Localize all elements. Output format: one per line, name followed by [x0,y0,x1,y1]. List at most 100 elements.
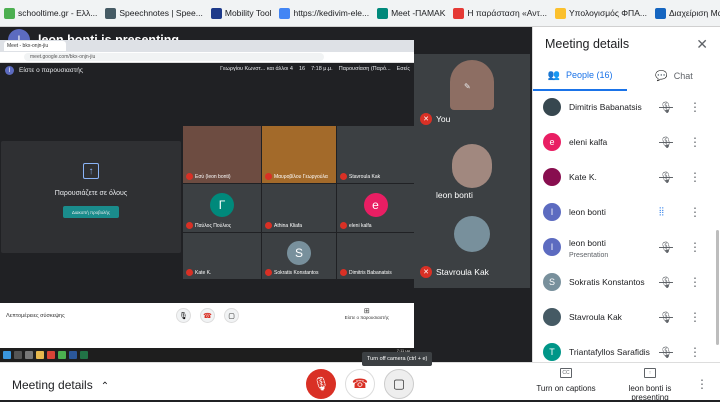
tab-people[interactable]: 👥 People (16) [533,61,627,91]
bookmark-label: Διαχείριση Μαθητ... [668,8,720,18]
scrollbar[interactable] [716,230,719,345]
meeting-details-panel: Meeting details ✕ 👥 People (16) 💬 Chat D… [532,27,720,362]
shared-present-indicator: ⊞ Είστε ο παρουσιαστής [345,307,389,320]
bookmark-item[interactable]: https://kedivim-ele... [279,7,370,19]
shared-tile: Athina Kliafa [262,184,336,232]
bookmark-item[interactable]: Διαχείριση Μαθητ... [654,7,720,19]
mic-off-icon [186,173,193,180]
mic-muted-icon[interactable]: 🎙 [659,136,673,149]
participant-row[interactable]: l leon bonti Presentation 🎙 ⋮ [533,231,720,265]
bookmark-label: https://kedivim-ele... [293,8,370,18]
shared-tile-name: Εσύ (leon bonti) [195,174,231,180]
chat-icon: 💬 [655,70,668,82]
bookmark-item[interactable]: Mobility Tool [210,7,271,19]
shared-mic-icon: 🎙 [176,308,191,323]
bookmark-favicon-icon [377,7,389,19]
mic-muted-icon[interactable]: 🎙 [659,311,673,324]
taskbar-excel-icon [80,351,88,359]
participant-name: Kate K. [569,172,597,182]
bookmarks-bar: schooltime.gr - Ελλ... Speechnotes | Spee… [0,0,720,27]
shared-top-right-text: Γεωργίου Κωνστ... και άλλοι 4 [220,66,293,72]
participant-avatar: l [543,238,561,256]
close-icon[interactable]: ✕ [696,36,708,53]
participant-more-icon[interactable]: ⋮ [689,240,701,254]
tile-leon-bonti[interactable]: leon bonti [414,134,530,208]
participant-more-icon[interactable]: ⋮ [689,310,701,324]
tile-stavroula-name: Stavroula Kak [436,267,489,277]
taskbar-chrome-icon [58,351,66,359]
shared-tile-name: Παύλος Πούλιος [195,223,232,229]
shared-meet-app: l Είστε ο παρουσιαστής Γεωργίου Κωνστ...… [0,63,414,348]
participant-more-icon[interactable]: ⋮ [689,275,701,289]
meeting-details-button[interactable]: Meeting details ⌃ [12,378,109,392]
you-video-icon [450,60,494,110]
shared-tile: Stavroula Kak [337,126,414,183]
bookmark-favicon-icon [210,7,222,19]
camera-button[interactable]: ▢ [384,369,414,399]
bookmark-item[interactable]: Speechnotes | Spee... [105,7,203,19]
shared-card-title: Παρουσιάζετε σε όλους [54,190,128,197]
tab-chat[interactable]: 💬 Chat [627,61,720,91]
participant-avatar [543,168,561,186]
participant-row[interactable]: Dimitris Babanatsis 🎙 ⋮ [533,91,720,125]
shared-meeting-details: Λεπτομέρειες σύσκεψης [6,313,65,319]
mic-off-icon [265,269,272,276]
meeting-details-label: Meeting details [12,378,93,392]
participant-more-icon[interactable]: ⋮ [689,135,701,149]
bookmark-item[interactable]: schooltime.gr - Ελλ... [4,7,98,19]
speaking-indicator-icon[interactable]: ⦙⦙ [659,206,664,219]
leon-video-icon [452,144,492,188]
mic-muted-icon[interactable]: 🎙 [659,171,673,184]
participant-more-icon[interactable]: ⋮ [689,345,701,359]
tab-people-label: People (16) [565,70,613,80]
shared-present-label: Παρουσίαση (Παρό... [338,66,391,72]
bookmark-item[interactable]: Meet -ΠΑΜΑΚ [377,7,446,19]
participant-more-icon[interactable]: ⋮ [689,170,701,184]
bookmark-favicon-icon [453,7,465,19]
bookmark-item[interactable]: Η παράσταση «Αντ... [453,7,547,19]
mic-muted-icon[interactable]: 🎙 [659,241,673,254]
participant-row[interactable]: T Triantafyllos Sarafidis 🎙 ⋮ [533,336,720,362]
windows-start-icon [3,351,11,359]
tile-stavroula[interactable]: ✕ Stavroula Kak [414,208,530,288]
pin-icon[interactable]: ✎ [464,82,471,91]
bookmark-favicon-icon [554,7,566,19]
tab-chat-label: Chat [673,71,693,81]
bookmark-favicon-icon [4,7,15,19]
mic-muted-icon[interactable]: 🎙 [659,276,673,289]
participant-row[interactable]: S Sokratis Konstantos 🎙 ⋮ [533,266,720,300]
tile-you[interactable]: ✕ You ✎ [414,54,530,134]
shared-tile-name: Μαυροβίλου Γεωργούλα [274,174,328,180]
participant-row[interactable]: Kate K. 🎙 ⋮ [533,161,720,195]
mic-muted-icon[interactable]: 🎙 [659,346,673,359]
shared-header: l Είστε ο παρουσιαστής [5,66,83,75]
leave-call-button[interactable]: ☎ [345,369,375,399]
taskbar-folder-icon [36,351,44,359]
bottom-control-bar: Meeting details ⌃ 🎙 ☎ ▢ CC Turn on captio… [0,362,720,402]
shared-tile-name: eleni kalfa [349,223,372,229]
participant-name: leon bonti [569,238,606,248]
participant-more-icon[interactable]: ⋮ [689,100,701,114]
participant-row[interactable]: Stavroula Kak 🎙 ⋮ [533,301,720,335]
presenting-button[interactable]: ↑ leon bonti is presenting [620,367,680,402]
participant-more-icon[interactable]: ⋮ [689,205,701,219]
captions-label: Turn on captions [536,384,596,393]
tile-leon-name: leon bonti [436,190,473,200]
participant-row[interactable]: e eleni kalfa 🎙 ⋮ [533,126,720,160]
shared-tile: Εσύ (leon bonti) [183,126,261,183]
shared-url: meet.google.com/bkx-onjn-jiu [24,53,324,61]
bookmark-item[interactable]: Υπολογισμός ΦΠΑ... [554,7,647,19]
mic-off-button[interactable]: 🎙 [306,369,336,399]
mic-off-icon: ✕ [420,266,432,278]
participant-avatar: l [543,203,561,221]
bookmark-label: schooltime.gr - Ελλ... [18,8,98,18]
mic-muted-icon[interactable]: 🎙 [659,101,673,114]
captions-button[interactable]: CC Turn on captions [534,367,598,393]
participant-row[interactable]: l leon bonti ⦙⦙ ⋮ [533,196,720,230]
more-options-icon[interactable]: ⋮ [696,377,708,391]
stop-presenting-button: Διακοπή προβολής [63,206,119,218]
bookmark-label: Meet -ΠΑΜΑΚ [391,8,446,18]
shared-taskbar: 7:11 μμ 23/3/2021 ΕΛΛ [0,348,414,362]
shared-tile: e eleni kalfa [337,184,414,232]
shared-presenting-card: ↑ Παρουσιάζετε σε όλους Διακοπή προβολής [1,141,181,253]
